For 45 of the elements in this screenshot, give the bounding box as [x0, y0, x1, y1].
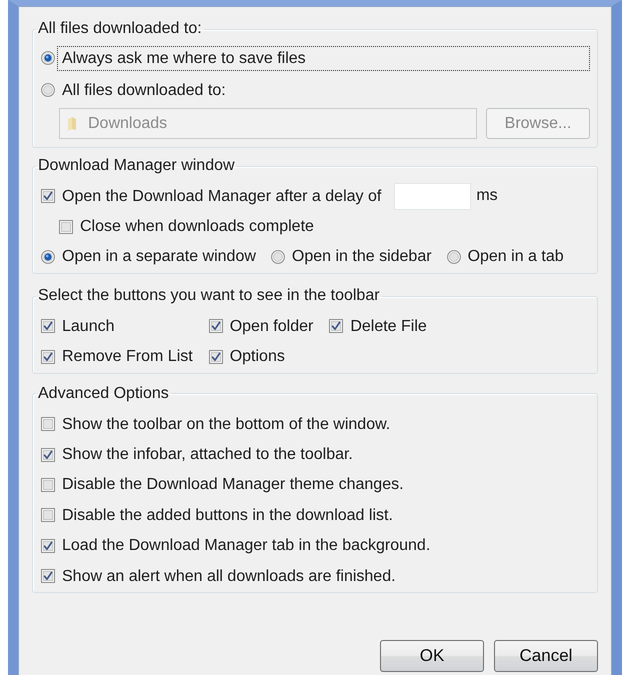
dialog-button[interactable]: Cancel [494, 640, 598, 672]
checkbox-label[interactable]: Load the Download Manager tab in the background. [57, 533, 436, 558]
group-label: All files downloaded to: [37, 19, 203, 39]
checkbox-label[interactable]: Show the toolbar on the bottom of the window. [57, 412, 396, 437]
checkbox[interactable] [41, 508, 55, 522]
checkbox[interactable] [41, 350, 55, 364]
checkbox-label[interactable]: Disable the Download Manager theme changes. [57, 472, 409, 498]
unit-label: ms [476, 187, 498, 206]
checkbox[interactable] [208, 319, 223, 334]
checkbox[interactable] [208, 350, 223, 364]
radio-label[interactable]: Open in a tab [462, 244, 569, 270]
checkbox[interactable] [41, 448, 55, 462]
radio-button[interactable] [446, 250, 461, 264]
checkbox-label[interactable]: Remove From List [57, 344, 198, 370]
radio-button[interactable] [41, 51, 55, 65]
dialog-button[interactable]: OK [380, 640, 484, 672]
radio-button[interactable] [41, 250, 55, 264]
checkbox-label[interactable]: Delete File [345, 314, 432, 339]
folder-icon [67, 116, 77, 131]
radio-button[interactable] [270, 250, 285, 264]
checkbox-label[interactable]: Open folder [224, 314, 318, 339]
checkbox-label[interactable]: Options [224, 344, 290, 370]
checkbox[interactable] [41, 417, 55, 432]
checkbox[interactable] [41, 538, 55, 553]
checkbox[interactable] [41, 189, 55, 204]
checkbox-label[interactable]: Show an alert when all downloads are finished. [57, 564, 401, 589]
group-label: Select the buttons you want to see in the toolbar [37, 286, 381, 306]
checkbox[interactable] [59, 220, 73, 234]
checkbox[interactable] [41, 319, 55, 334]
checkbox[interactable] [41, 478, 55, 492]
checkbox-label[interactable]: Open the Download Manager after a delay of [57, 184, 386, 209]
radio-label[interactable]: Always ask me where to save files [57, 46, 590, 70]
checkbox[interactable] [41, 569, 55, 584]
checkbox[interactable] [329, 319, 344, 334]
checkbox-label[interactable]: Close when downloads complete [75, 214, 319, 240]
checkbox-label[interactable]: Launch [57, 314, 120, 339]
radio-label[interactable]: Open in a separate window [57, 244, 261, 270]
radio-button[interactable] [41, 83, 55, 97]
radio-label[interactable]: Open in the sidebar [286, 244, 437, 270]
group-label: Advanced Options [37, 384, 170, 404]
group-label: Download Manager window [37, 156, 236, 176]
radio-label[interactable]: All files downloaded to: [57, 78, 590, 102]
checkbox-label[interactable]: Show the infobar, attached to the toolbar. [57, 442, 358, 468]
checkbox-label[interactable]: Disable the added buttons in the download list. [57, 502, 398, 528]
delay-field[interactable] [394, 182, 472, 210]
